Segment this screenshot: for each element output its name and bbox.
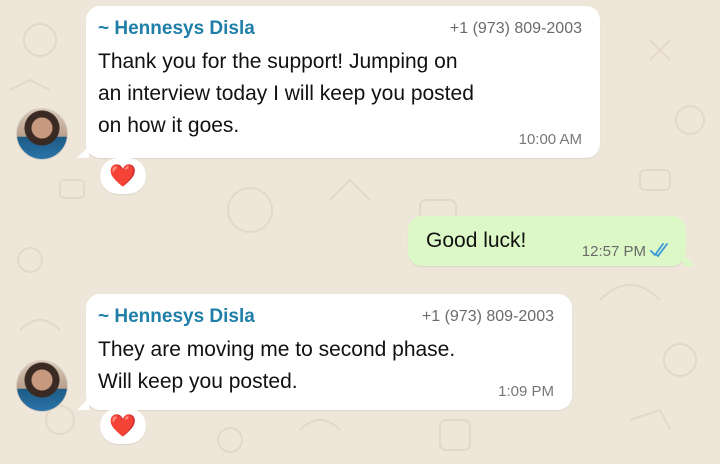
message-time: 12:57 PM — [581, 243, 646, 260]
message-bubble-incoming[interactable]: ~ Hennesys Disla +1 (973) 809-2003 They … — [77, 294, 572, 410]
avatar[interactable] — [16, 108, 68, 160]
sender-name[interactable]: ~ Hennesys Disla — [98, 306, 255, 328]
avatar[interactable] — [16, 360, 68, 412]
message-time: 10:00 AM — [518, 131, 582, 148]
read-ticks-icon — [650, 243, 668, 258]
sender-phone: +1 (973) 809-2003 — [421, 308, 554, 325]
message-text: They are moving me to second phase. Will… — [98, 338, 456, 393]
message-time: 1:09 PM — [498, 383, 554, 400]
sender-name[interactable]: ~ Hennesys Disla — [98, 18, 255, 40]
heart-icon: ❤️ — [109, 163, 137, 188]
message-bubble-incoming[interactable]: ~ Hennesys Disla +1 (973) 809-2003 Thank… — [77, 6, 600, 158]
message-text: Good luck! — [426, 229, 527, 252]
message-text: Thank you for the support! Jumping on an… — [98, 50, 474, 137]
message-bubble-outgoing[interactable]: Good luck! 12:57 PM — [408, 216, 695, 266]
heart-reaction[interactable]: ❤️ — [100, 158, 146, 194]
heart-icon: ❤️ — [109, 413, 137, 438]
sender-phone: +1 (973) 809-2003 — [449, 20, 582, 37]
heart-reaction[interactable]: ❤️ — [100, 408, 146, 444]
